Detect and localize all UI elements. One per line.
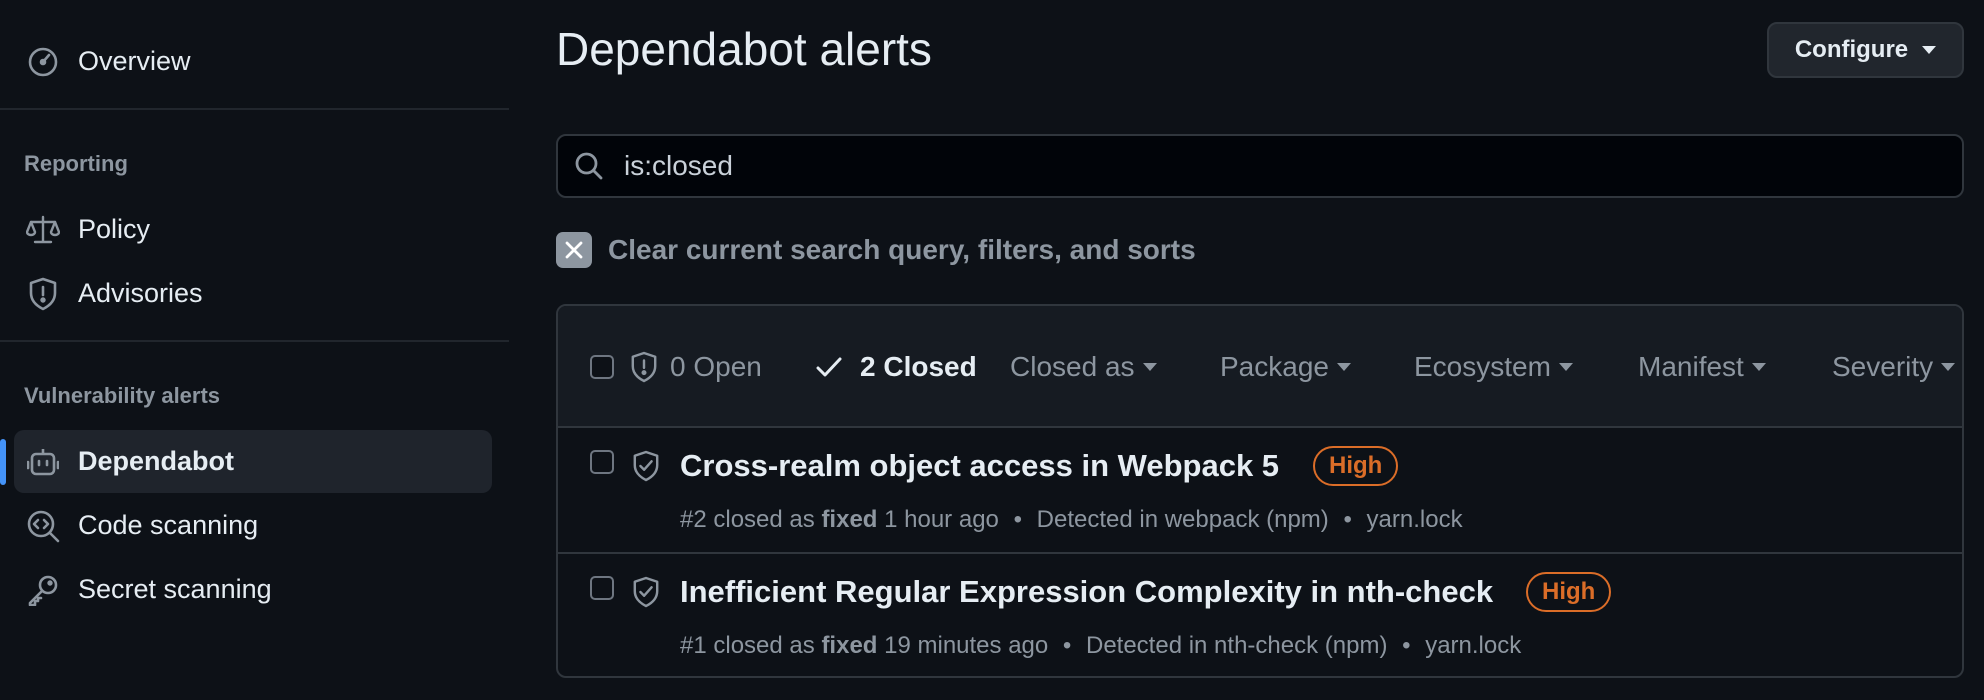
manifest-label: Manifest — [1638, 351, 1744, 382]
manifest-file: yarn.lock — [1366, 506, 1463, 533]
open-count: 0 Open — [670, 351, 762, 382]
sidebar: Overview Reporting Policy Advisories Vul… — [0, 0, 509, 700]
table-row: Cross-realm object access in Webpack 5 H… — [558, 428, 1962, 552]
select-all-checkbox[interactable] — [590, 355, 614, 379]
configure-label: Configure — [1794, 36, 1909, 63]
sidebar-divider — [0, 340, 509, 342]
closed-as-text: closed as — [713, 632, 815, 659]
detected-in: Detected in webpack (npm) — [1036, 506, 1329, 533]
row-checkbox[interactable] — [590, 450, 614, 474]
sidebar-item-overview[interactable]: Overview — [14, 30, 492, 93]
open-filter[interactable]: 0 Open — [630, 350, 762, 384]
configure-button[interactable]: Configure — [1767, 22, 1964, 78]
search-input[interactable] — [622, 149, 1962, 183]
chevron-down-icon — [1336, 363, 1351, 371]
shield-check-icon — [632, 576, 660, 608]
severity-badge: High — [1313, 446, 1399, 486]
sidebar-divider — [0, 108, 509, 110]
row-checkbox[interactable] — [590, 576, 614, 600]
table-row: Inefficient Regular Expression Complexit… — [558, 552, 1962, 676]
ecosystem-label: Ecosystem — [1414, 351, 1551, 382]
sidebar-item-label: Dependabot — [78, 446, 235, 476]
separator-dot: • — [1402, 632, 1411, 659]
sidebar-item-label: Code scanning — [78, 510, 259, 540]
chevron-down-icon — [1941, 363, 1956, 371]
closed-as-text: closed as — [713, 506, 815, 533]
alert-meta: #1 closed as fixed 19 minutes ago • Dete… — [680, 632, 1521, 660]
alert-title-link[interactable]: Inefficient Regular Expression Complexit… — [680, 574, 1493, 610]
close-icon — [556, 232, 592, 268]
ecosystem-dropdown[interactable]: Ecosystem — [1414, 350, 1573, 384]
close-reason: fixed — [821, 632, 878, 659]
separator-dot: • — [1062, 632, 1072, 659]
alert-meta: #2 closed as fixed 1 hour ago • Detected… — [680, 506, 1463, 534]
sidebar-item-dependabot[interactable]: Dependabot — [14, 430, 492, 493]
manifest-file: yarn.lock — [1425, 632, 1522, 659]
law-scale-icon — [26, 213, 60, 247]
shield-check-icon — [632, 450, 660, 482]
closed-time: 1 hour ago — [884, 506, 999, 533]
key-icon — [26, 573, 60, 607]
active-indicator — [0, 439, 6, 485]
sidebar-item-label: Policy — [78, 214, 151, 244]
shield-icon — [630, 351, 658, 383]
alerts-table: 0 Open 2 Closed Closed as Package Ecosys… — [556, 304, 1964, 678]
code-scan-icon — [26, 509, 60, 543]
meter-icon — [26, 45, 60, 79]
severity-badge: High — [1526, 572, 1612, 612]
section-heading-vulnerability-alerts: Vulnerability alerts — [24, 383, 221, 408]
dependabot-icon — [26, 445, 60, 479]
chevron-down-icon — [1142, 363, 1157, 371]
severity-dropdown[interactable]: Severity — [1832, 350, 1956, 384]
chevron-down-icon — [1558, 363, 1573, 371]
alert-number: #2 — [680, 506, 707, 533]
shield-icon — [26, 277, 60, 311]
page-title: Dependabot alerts — [556, 23, 932, 75]
table-header: 0 Open 2 Closed Closed as Package Ecosys… — [558, 306, 1962, 428]
sidebar-item-label: Overview — [78, 46, 191, 76]
chevron-down-icon — [1922, 46, 1937, 54]
package-label: Package — [1220, 351, 1329, 382]
sidebar-item-label: Advisories — [78, 278, 203, 308]
close-reason: fixed — [821, 506, 878, 533]
search-icon — [574, 151, 604, 181]
check-icon — [816, 356, 842, 378]
chevron-down-icon — [1751, 363, 1766, 371]
clear-filters-link[interactable]: Clear current search query, filters, and… — [556, 232, 1196, 268]
separator-dot: • — [1013, 506, 1022, 533]
closed-as-dropdown[interactable]: Closed as — [1010, 350, 1157, 384]
sidebar-item-label: Secret scanning — [78, 574, 272, 604]
closed-time: 19 minutes ago — [884, 632, 1049, 659]
clear-filters-label: Clear current search query, filters, and… — [608, 234, 1196, 265]
section-heading-reporting: Reporting — [24, 151, 128, 176]
sidebar-item-advisories[interactable]: Advisories — [14, 262, 492, 325]
package-dropdown[interactable]: Package — [1220, 350, 1351, 384]
closed-filter[interactable]: 2 Closed — [816, 350, 977, 384]
detected-in: Detected in nth-check (npm) — [1085, 632, 1388, 659]
sidebar-item-secret-scanning[interactable]: Secret scanning — [14, 558, 492, 621]
search-bar — [556, 134, 1964, 198]
severity-label: Severity — [1832, 351, 1934, 382]
sidebar-item-code-scanning[interactable]: Code scanning — [14, 494, 492, 557]
closed-as-label: Closed as — [1010, 351, 1135, 382]
separator-dot: • — [1343, 506, 1352, 533]
manifest-dropdown[interactable]: Manifest — [1638, 350, 1766, 384]
closed-count: 2 Closed — [860, 351, 977, 382]
sidebar-item-policy[interactable]: Policy — [14, 198, 492, 261]
alert-title-link[interactable]: Cross-realm object access in Webpack 5 — [680, 448, 1279, 484]
alert-number: #1 — [680, 632, 707, 659]
